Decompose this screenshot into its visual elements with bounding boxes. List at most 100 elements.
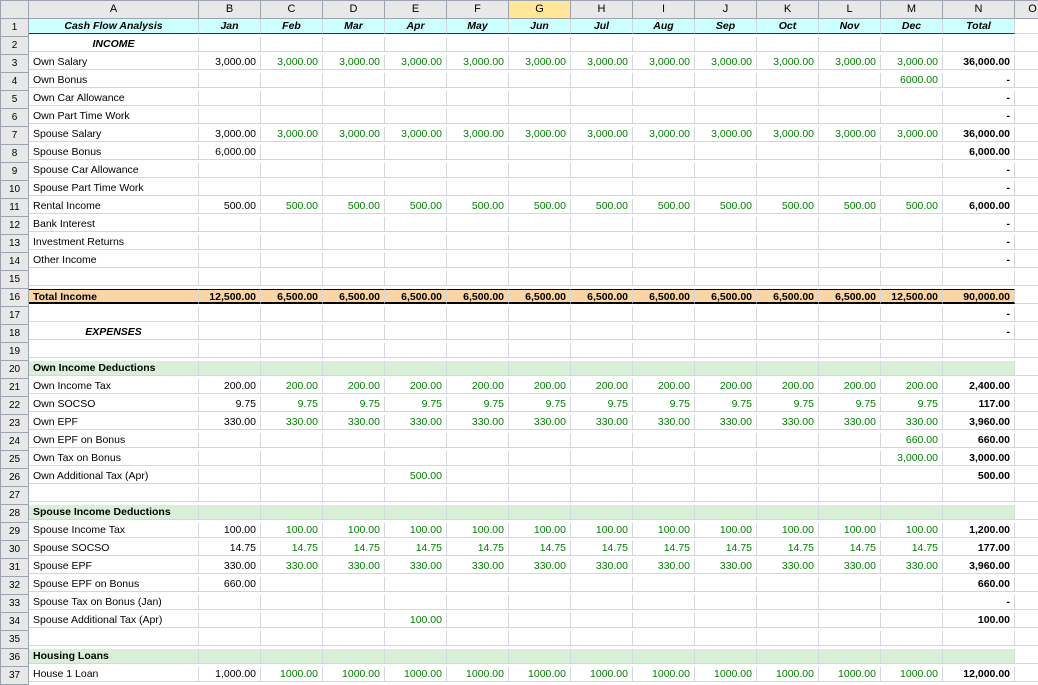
cell-31-4[interactable]: 330.00 [447, 559, 509, 574]
row-label-6[interactable]: Own Part Time Work [29, 109, 199, 124]
row-header-15[interactable]: 15 [1, 271, 29, 289]
cell-29-7[interactable]: 100.00 [633, 523, 695, 538]
cell-33-8[interactable] [695, 595, 757, 610]
row-total-3[interactable]: 36,000.00 [943, 55, 1015, 70]
cell-18-t[interactable]: - [943, 325, 1015, 340]
cell-26-11[interactable] [881, 469, 943, 484]
row-label-25[interactable]: Own Tax on Bonus [29, 451, 199, 466]
row-header-33[interactable]: 33 [1, 595, 29, 613]
cell-O10[interactable] [1015, 181, 1038, 196]
row-header-34[interactable]: 34 [1, 613, 29, 631]
cell-22-5[interactable]: 9.75 [509, 397, 571, 412]
cell-18-8[interactable] [695, 325, 757, 340]
cell-O7[interactable] [1015, 127, 1038, 142]
cell-33-2[interactable] [323, 595, 385, 610]
row-label-31[interactable]: Spouse EPF [29, 559, 199, 574]
cell-6-6[interactable] [571, 109, 633, 124]
cell-11-6[interactable]: 500.00 [571, 199, 633, 214]
cell-37-1[interactable]: 1000.00 [261, 667, 323, 682]
cell-6-10[interactable] [819, 109, 881, 124]
cell-7-3[interactable]: 3,000.00 [385, 127, 447, 142]
cell-27-5[interactable] [447, 487, 509, 502]
cell-21-3[interactable]: 200.00 [385, 379, 447, 394]
cell-10-9[interactable] [757, 181, 819, 196]
cell-9-3[interactable] [385, 163, 447, 178]
cell-14-0[interactable] [199, 253, 261, 268]
cell-19-2[interactable] [261, 343, 323, 358]
cell-15-10[interactable] [757, 271, 819, 286]
cell-6-4[interactable] [447, 109, 509, 124]
month-header-Jul[interactable]: Jul [571, 19, 633, 34]
cell-O16[interactable] [1015, 289, 1038, 304]
cell-O33[interactable] [1015, 595, 1038, 610]
cell-32-2[interactable] [323, 577, 385, 592]
cell-23-2[interactable]: 330.00 [323, 415, 385, 430]
cell-14-5[interactable] [509, 253, 571, 268]
cell-11-8[interactable]: 500.00 [695, 199, 757, 214]
cell-12-1[interactable] [261, 217, 323, 232]
cell-O2[interactable] [1015, 37, 1038, 52]
col-header-B[interactable]: B [199, 1, 261, 19]
row-header-35[interactable]: 35 [1, 631, 29, 649]
cell-22-8[interactable]: 9.75 [695, 397, 757, 412]
cell-28-7[interactable] [633, 505, 695, 520]
cell-27-9[interactable] [695, 487, 757, 502]
row-header-29[interactable]: 29 [1, 523, 29, 541]
row-header-21[interactable]: 21 [1, 379, 29, 397]
cell-32-9[interactable] [757, 577, 819, 592]
cell-25-2[interactable] [323, 451, 385, 466]
cell-10-5[interactable] [509, 181, 571, 196]
cell-30-0[interactable]: 14.75 [199, 541, 261, 556]
cell-O14[interactable] [1015, 253, 1038, 268]
cell-5-10[interactable] [819, 91, 881, 106]
col-header-I[interactable]: I [633, 1, 695, 19]
cell-13-3[interactable] [385, 235, 447, 250]
cell-O34[interactable] [1015, 613, 1038, 628]
row-total-23[interactable]: 3,960.00 [943, 415, 1015, 430]
cell-3-8[interactable]: 3,000.00 [695, 55, 757, 70]
row-label-24[interactable]: Own EPF on Bonus [29, 433, 199, 448]
cell-36-8[interactable] [695, 649, 757, 664]
cell-32-0[interactable]: 660.00 [199, 577, 261, 592]
total-header[interactable]: Total [943, 19, 1015, 34]
cell-2-3[interactable] [385, 37, 447, 52]
cell-26-0[interactable] [199, 469, 261, 484]
row-label-29[interactable]: Spouse Income Tax [29, 523, 199, 538]
total-income-0[interactable]: 12,500.00 [199, 289, 261, 304]
cell-9-9[interactable] [757, 163, 819, 178]
row-total-8[interactable]: 6,000.00 [943, 145, 1015, 160]
cell-32-10[interactable] [819, 577, 881, 592]
row-total-14[interactable]: - [943, 253, 1015, 268]
cell-35-10[interactable] [757, 631, 819, 646]
cell-15-13[interactable] [943, 271, 1015, 286]
cell-29-2[interactable]: 100.00 [323, 523, 385, 538]
cell-35-5[interactable] [447, 631, 509, 646]
cell-21-8[interactable]: 200.00 [695, 379, 757, 394]
row-header-25[interactable]: 25 [1, 451, 29, 469]
cell-6-9[interactable] [757, 109, 819, 124]
cell-3-5[interactable]: 3,000.00 [509, 55, 571, 70]
cell-25-8[interactable] [695, 451, 757, 466]
cell-9-8[interactable] [695, 163, 757, 178]
cell-10-10[interactable] [819, 181, 881, 196]
row-total-9[interactable]: - [943, 163, 1015, 178]
total-income-total[interactable]: 90,000.00 [943, 289, 1015, 304]
cell-O23[interactable] [1015, 415, 1038, 430]
month-header-Feb[interactable]: Feb [261, 19, 323, 34]
cell-22-11[interactable]: 9.75 [881, 397, 943, 412]
row-label-12[interactable]: Bank Interest [29, 217, 199, 232]
cell-9-10[interactable] [819, 163, 881, 178]
cell-24-9[interactable] [757, 433, 819, 448]
cell-31-0[interactable]: 330.00 [199, 559, 261, 574]
cell-27-7[interactable] [571, 487, 633, 502]
cell-3-7[interactable]: 3,000.00 [633, 55, 695, 70]
cell-4-2[interactable] [323, 73, 385, 88]
row-header-27[interactable]: 27 [1, 487, 29, 505]
total-income-1[interactable]: 6,500.00 [261, 289, 323, 304]
col-header-K[interactable]: K [757, 1, 819, 19]
total-income-4[interactable]: 6,500.00 [447, 289, 509, 304]
cell-10-3[interactable] [385, 181, 447, 196]
row-label-13[interactable]: Investment Returns [29, 235, 199, 250]
cell-29-6[interactable]: 100.00 [571, 523, 633, 538]
cell-6-8[interactable] [695, 109, 757, 124]
